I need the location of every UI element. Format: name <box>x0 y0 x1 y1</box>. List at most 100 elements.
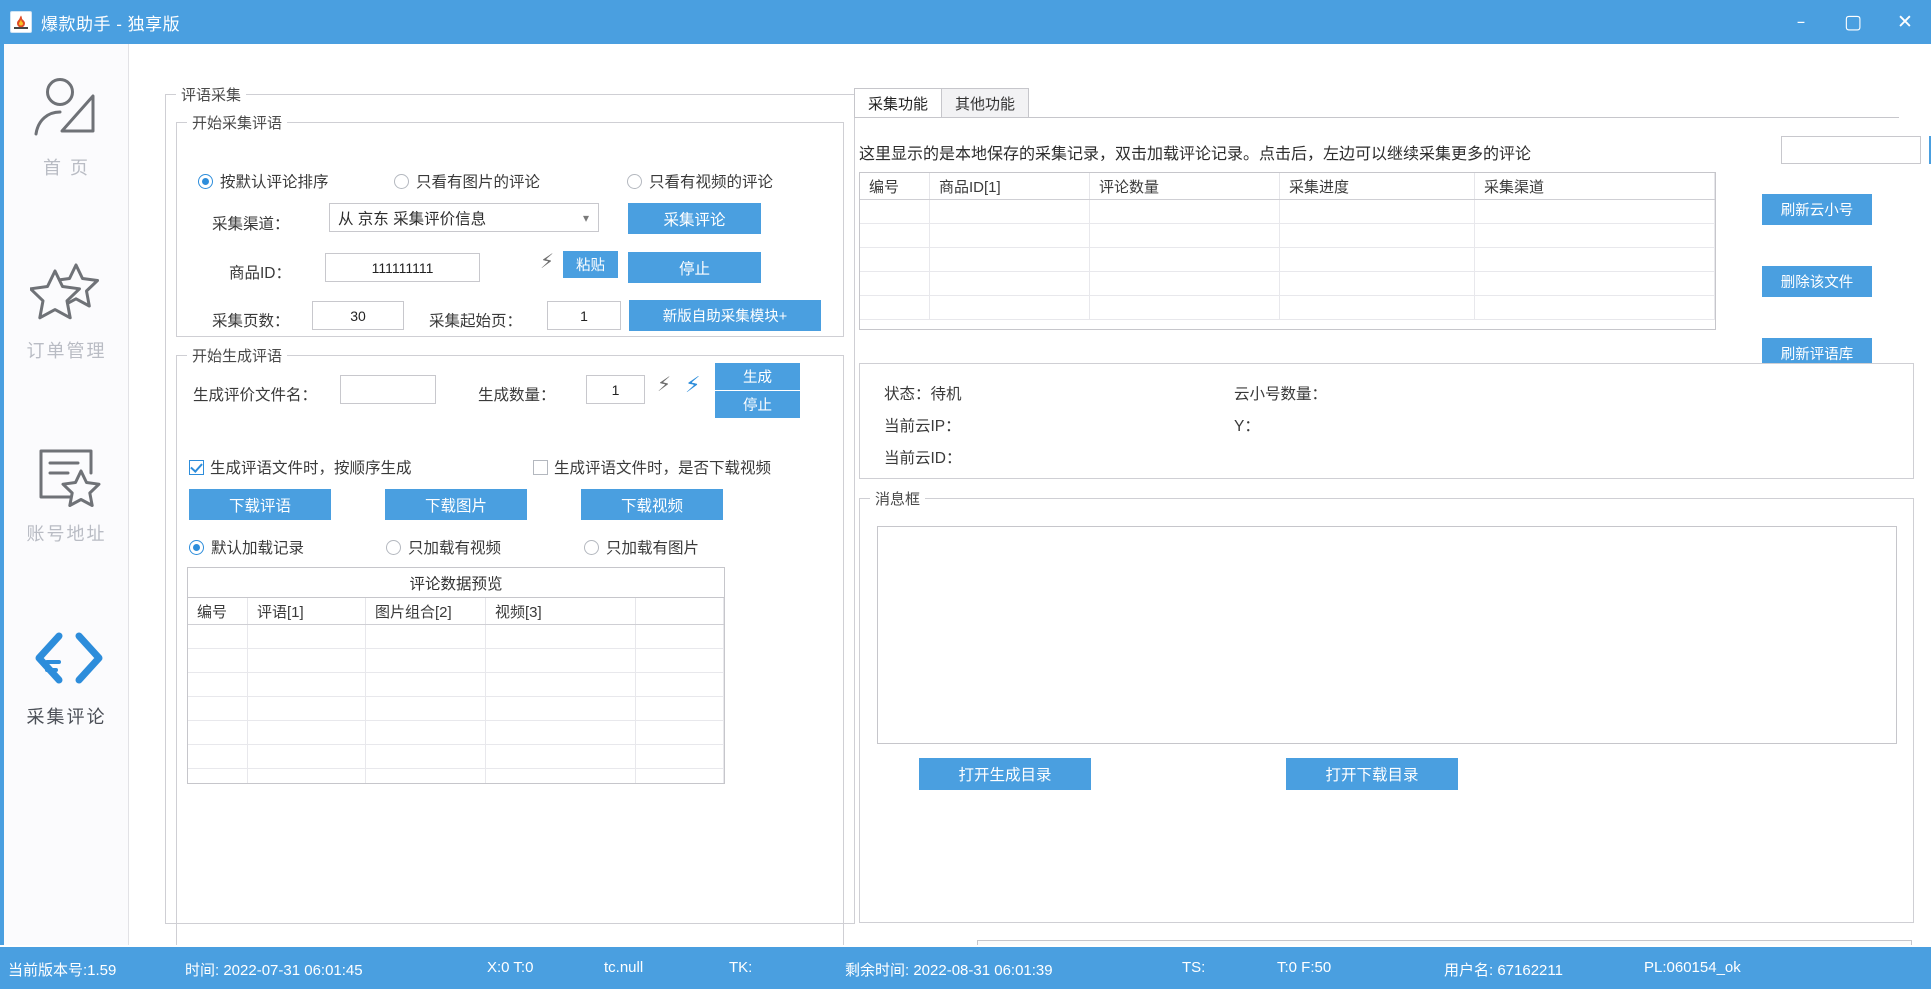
open-generate-dir-button[interactable]: 打开生成目录 <box>919 758 1091 790</box>
pages-input[interactable]: 30 <box>312 301 404 330</box>
status-tc: tc.null <box>604 959 643 976</box>
current-cloud-id-label: 当前云ID： <box>884 446 962 468</box>
channel-select[interactable]: 从 京东 采集评价信息 ▾ <box>329 203 599 232</box>
search-id-input[interactable] <box>1781 136 1921 164</box>
table-row[interactable] <box>188 673 724 697</box>
start-page-input[interactable]: 1 <box>547 301 621 330</box>
table-row[interactable] <box>188 625 724 649</box>
generate-button[interactable]: 生成 <box>715 363 800 390</box>
refresh-cloud-account-button[interactable]: 刷新云小号 <box>1762 194 1872 225</box>
window-controls: – ▢ ✕ <box>1775 0 1931 44</box>
checkbox-label: 生成评语文件时，按顺序生成 <box>210 456 412 478</box>
table-row[interactable] <box>860 224 1715 248</box>
preview-col-4 <box>636 598 724 624</box>
sidebar-item-label: 订单管理 <box>4 337 129 363</box>
new-auto-module-button[interactable]: 新版自助采集模块+ <box>629 300 821 331</box>
table-row[interactable] <box>188 745 724 769</box>
message-box-group-legend: 消息框 <box>870 488 925 509</box>
table-row[interactable] <box>188 649 724 673</box>
records-col-2: 评论数量 <box>1090 173 1280 199</box>
sidebar-item-label: 首 页 <box>4 154 129 180</box>
delete-file-button[interactable]: 删除该文件 <box>1762 266 1872 297</box>
paste-button[interactable]: 粘贴 <box>563 251 618 278</box>
table-row[interactable] <box>188 697 724 721</box>
status-bar: 当前版本号:1.59 时间: 2022-07-31 06:01:45 X:0 T… <box>0 945 1931 989</box>
product-id-label: 商品ID： <box>229 261 291 283</box>
start-generate-group-legend: 开始生成评语 <box>187 345 287 366</box>
close-button[interactable]: ✕ <box>1879 0 1931 44</box>
main-content: 评语采集 开始采集评语 按默认评论排序 只看有图片的评论 只看有视频的评论 采集… <box>129 44 1931 945</box>
count-input[interactable]: 1 <box>586 375 645 404</box>
sidebar-item-label: 采集评论 <box>4 703 129 729</box>
table-row[interactable] <box>860 272 1715 296</box>
radio-image-only[interactable]: 只看有图片的评论 <box>394 170 540 192</box>
radio-label: 按默认评论排序 <box>220 170 329 192</box>
filename-label: 生成评价文件名： <box>193 383 317 405</box>
status-tk: TK: <box>729 959 752 976</box>
lightning-icon-blue: ⚡ <box>685 374 700 396</box>
count-label: 生成数量： <box>478 383 556 405</box>
radio-load-default[interactable]: 默认加载记录 <box>189 536 304 558</box>
radio-load-video-only[interactable]: 只加载有视频 <box>386 536 501 558</box>
checkbox-indicator <box>189 460 204 475</box>
window-title: 爆款助手 - 独享版 <box>41 10 180 35</box>
radio-indicator <box>584 540 599 555</box>
status-pl: PL:060154_ok <box>1644 959 1741 976</box>
cloud-count-label: 云小号数量： <box>1234 382 1327 404</box>
radio-indicator <box>394 174 409 189</box>
pages-label: 采集页数： <box>212 309 290 331</box>
records-col-4: 采集渠道 <box>1475 173 1715 199</box>
y-label: Y： <box>1234 414 1260 436</box>
lightning-icon: ⚡ <box>540 252 554 272</box>
filename-input[interactable] <box>340 375 436 404</box>
maximize-button[interactable]: ▢ <box>1827 0 1879 44</box>
download-comments-button[interactable]: 下载评语 <box>189 489 331 520</box>
checkbox-label: 生成评语文件时，是否下载视频 <box>554 456 771 478</box>
tab-strip: 采集功能 其他功能 <box>854 88 1028 118</box>
tab-collect-function[interactable]: 采集功能 <box>854 88 942 118</box>
preview-col-2: 图片组合[2] <box>366 598 486 624</box>
table-row[interactable] <box>860 200 1715 224</box>
double-star-icon <box>4 249 129 335</box>
radio-video-only[interactable]: 只看有视频的评论 <box>627 170 773 192</box>
preview-col-0: 编号 <box>188 598 248 624</box>
radio-load-image-only[interactable]: 只加载有图片 <box>584 536 699 558</box>
radio-label: 只看有视频的评论 <box>649 170 773 192</box>
table-row[interactable] <box>860 248 1715 272</box>
comment-collection-group-legend: 评语采集 <box>176 84 246 105</box>
product-id-input[interactable]: 111111111 <box>325 253 480 282</box>
preview-col-1: 评语[1] <box>248 598 366 624</box>
download-videos-button[interactable]: 下载视频 <box>581 489 723 520</box>
application-window: 爆款助手 - 独享版 – ▢ ✕ 首 页 <box>0 0 1931 989</box>
sidebar-item-collect-comments[interactable]: 采集评论 <box>4 615 129 729</box>
generate-stop-button[interactable]: 停止 <box>715 391 800 418</box>
table-row[interactable] <box>188 721 724 745</box>
radio-default-sort[interactable]: 按默认评论排序 <box>198 170 329 192</box>
message-textarea[interactable] <box>877 526 1897 744</box>
status-ts: TS: <box>1182 959 1205 976</box>
collect-comments-button[interactable]: 采集评论 <box>628 203 761 234</box>
radio-label: 默认加载记录 <box>211 536 304 558</box>
checkbox-download-video[interactable]: 生成评语文件时，是否下载视频 <box>533 456 771 478</box>
tab-other-function[interactable]: 其他功能 <box>941 88 1029 118</box>
stop-collect-button[interactable]: 停止 <box>628 252 761 283</box>
records-table[interactable]: 编号 商品ID[1] 评论数量 采集进度 采集渠道 <box>859 172 1716 330</box>
status-time: 时间: 2022-07-31 06:01:45 <box>185 959 363 980</box>
sidebar-item-orders[interactable]: 订单管理 <box>4 249 129 363</box>
sidebar-item-home[interactable]: 首 页 <box>4 66 129 180</box>
minimize-button[interactable]: – <box>1775 0 1827 44</box>
double-chevron-icon <box>4 615 129 701</box>
radio-indicator <box>189 540 204 555</box>
sidebar-item-account-address[interactable]: 账号地址 <box>4 432 129 546</box>
checkbox-sequential[interactable]: 生成评语文件时，按顺序生成 <box>189 456 412 478</box>
table-row[interactable] <box>188 769 724 784</box>
download-images-button[interactable]: 下载图片 <box>385 489 527 520</box>
channel-select-value: 从 京东 采集评价信息 <box>338 207 486 229</box>
sidebar: 首 页 订单管理 账号地址 <box>0 44 129 945</box>
user-profile-icon <box>4 66 129 152</box>
radio-indicator <box>627 174 642 189</box>
open-download-dir-button[interactable]: 打开下载目录 <box>1286 758 1458 790</box>
app-icon <box>10 11 32 33</box>
table-row[interactable] <box>860 296 1715 320</box>
preview-table[interactable]: 编号 评语[1] 图片组合[2] 视频[3] <box>187 597 725 784</box>
